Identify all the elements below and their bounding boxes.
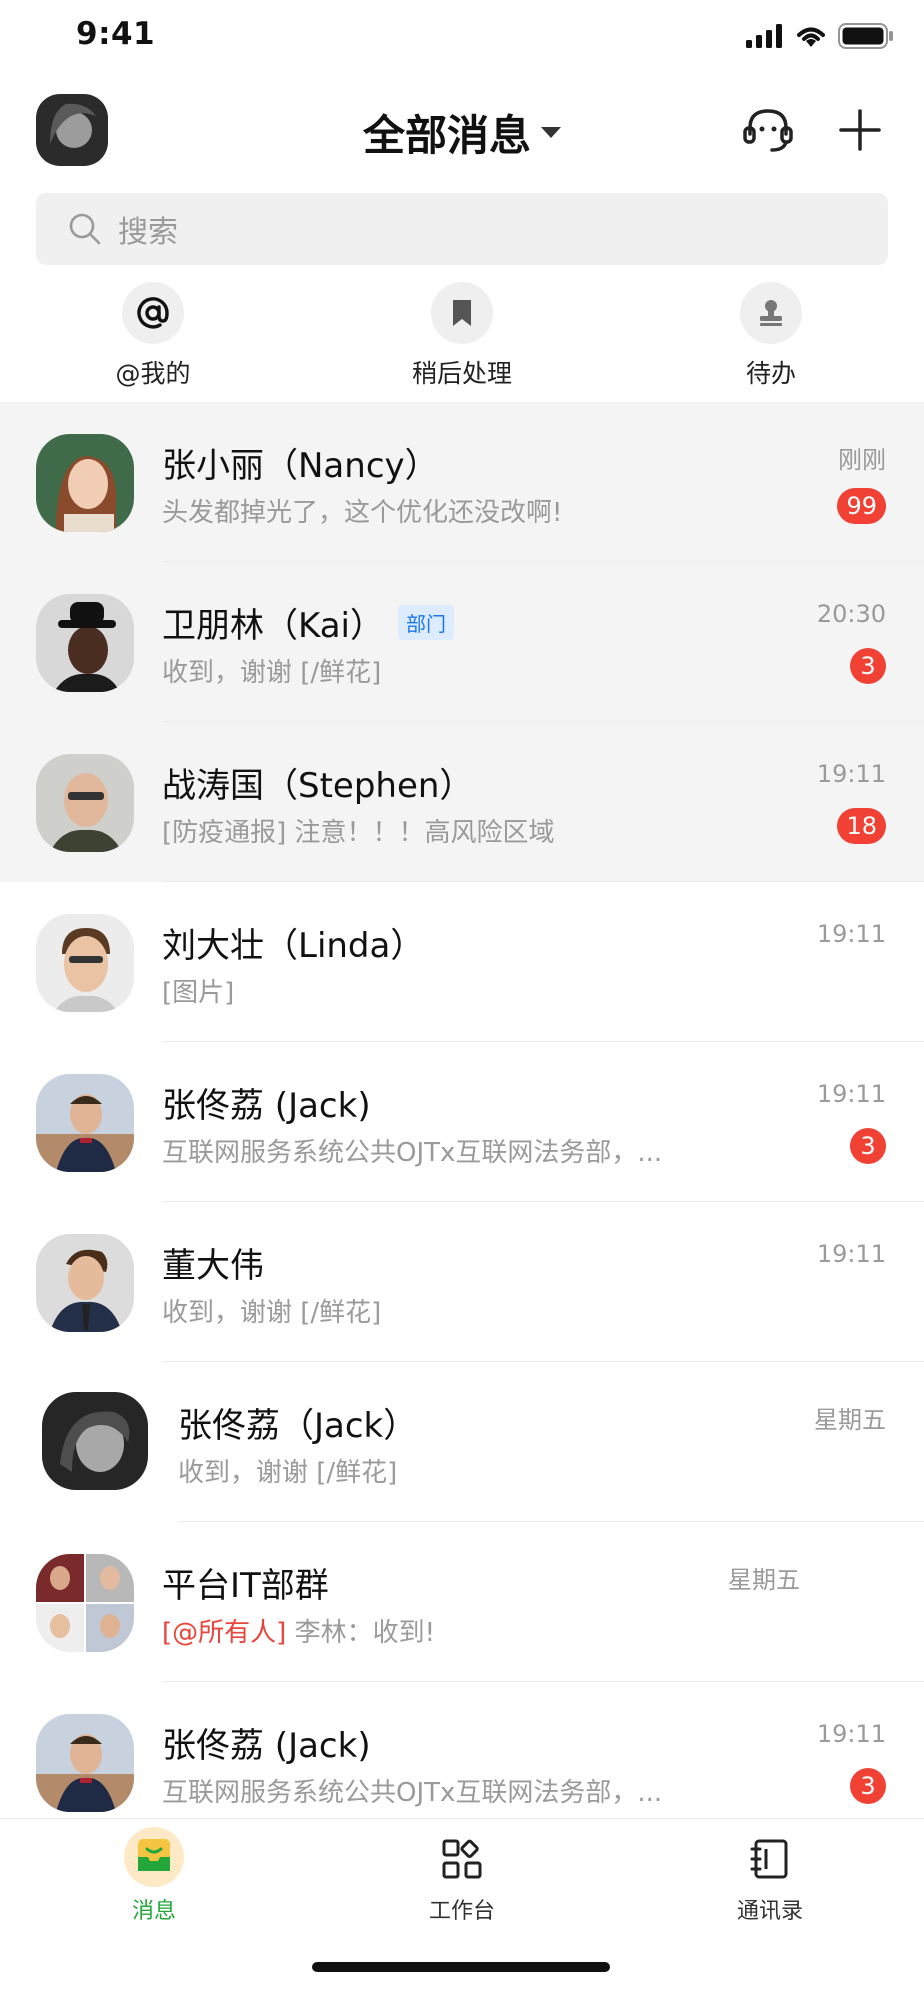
conversation-row[interactable]: 平台IT部群 [@所有人] 李林：收到! 星期五 [0, 1522, 924, 1682]
avatar [42, 1392, 148, 1490]
message-preview: [@所有人] 李林：收到! [162, 1612, 435, 1649]
tab-label: 消息 [131, 1899, 176, 1924]
bookmark-icon [453, 300, 471, 326]
message-preview-text: 李林：收到! [294, 1618, 435, 1648]
address-book-icon [750, 1839, 788, 1879]
message-preview: [防疫通报] 注意！！！高风险区域 [162, 818, 555, 848]
tab-messages[interactable]: 消息 [74, 1827, 234, 1925]
home-indicator [312, 1962, 610, 1972]
conversation-row[interactable]: 卫朋林（Kai） 部门 收到，谢谢 [/鲜花] 20:30 3 [0, 562, 924, 722]
avatar [36, 1074, 134, 1172]
avatar [36, 434, 134, 532]
message-preview: 收到，谢谢 [/鲜花] [162, 1298, 382, 1328]
conversation-row[interactable]: 张佟荔 (Jack) 互联网服务系统公共OJTx互联网法务部，... 19:11… [0, 1042, 924, 1202]
timestamp: 19:11 [816, 760, 886, 788]
tab-workbench[interactable]: 工作台 [382, 1827, 542, 1925]
message-preview: 头发都掉光了，这个优化还没改啊! [162, 498, 563, 528]
contact-name: 张小丽（Nancy） [162, 446, 439, 486]
conversation-list: 张小丽（Nancy） 头发都掉光了，这个优化还没改啊! 刚刚 99 卫朋林（Ka… [0, 402, 924, 1842]
timestamp: 刚刚 [838, 446, 886, 474]
timestamp: 19:11 [816, 920, 886, 948]
quick-action-label: 待办 [745, 359, 796, 388]
tab-label: 工作台 [428, 1899, 495, 1924]
contact-name: 张佟荔（Jack） [178, 1406, 418, 1446]
timestamp: 19:11 [816, 1080, 886, 1108]
unread-badge: 99 [837, 488, 886, 524]
page-title: 全部消息 [362, 111, 531, 160]
quick-action-later[interactable]: 稍后处理 [382, 282, 542, 390]
message-preview: [图片] [162, 978, 235, 1008]
at-icon [137, 297, 169, 329]
quick-action-label: @我的 [115, 359, 191, 388]
timestamp: 19:11 [816, 1720, 886, 1748]
stamp-icon [760, 300, 782, 326]
search-input[interactable]: 搜索 [36, 193, 888, 265]
message-preview: 互联网服务系统公共OJTx互联网法务部，... [162, 1138, 663, 1168]
search-placeholder: 搜索 [118, 215, 178, 250]
conversation-row[interactable]: 张小丽（Nancy） 头发都掉光了，这个优化还没改啊! 刚刚 99 [0, 402, 924, 562]
avatar [36, 914, 134, 1012]
contact-name: 卫朋林（Kai） 部门 [162, 598, 454, 647]
timestamp: 20:30 [816, 600, 886, 628]
add-button[interactable] [830, 100, 890, 160]
tab-bar: 消息 工作台 通讯录 [0, 1818, 924, 1939]
contact-name: 战涛国（Stephen） [162, 766, 474, 806]
unread-badge: 3 [850, 1128, 886, 1164]
quick-action-mentions[interactable]: @我的 [73, 282, 233, 390]
tab-contacts[interactable]: 通讯录 [690, 1827, 850, 1925]
message-preview: 互联网服务系统公共OJTx互联网法务部，... [162, 1778, 663, 1808]
timestamp: 19:11 [816, 1240, 886, 1268]
unread-badge: 18 [837, 808, 886, 844]
conversation-row[interactable]: 张佟荔（Jack） 收到，谢谢 [/鲜花] 星期五 [0, 1362, 924, 1522]
timestamp: 星期五 [728, 1566, 800, 1594]
department-tag: 部门 [397, 605, 454, 640]
header: 全部消息 [0, 80, 924, 180]
timestamp: 星期五 [814, 1406, 886, 1434]
caret-down-icon [541, 127, 561, 138]
contact-name: 董大伟 [162, 1246, 264, 1286]
avatar [36, 594, 134, 692]
customer-service-button[interactable] [738, 100, 798, 160]
avatar [36, 754, 134, 852]
message-preview: 收到，谢谢 [/鲜花] [162, 658, 382, 688]
grid-apps-icon [442, 1839, 482, 1879]
conversation-row[interactable]: 战涛国（Stephen） [防疫通报] 注意！！！高风险区域 19:11 18 [0, 722, 924, 882]
tab-label: 通讯录 [736, 1899, 803, 1924]
headset-icon [743, 109, 793, 152]
contact-name-text: 卫朋林（Kai） [162, 606, 384, 646]
avatar [36, 1714, 134, 1812]
battery-icon [838, 23, 893, 49]
conversation-row[interactable]: 董大伟 收到，谢谢 [/鲜花] 19:11 [0, 1202, 924, 1362]
status-bar: 9:41 [0, 0, 924, 72]
quick-action-label: 稍后处理 [411, 359, 512, 388]
signal-icon [746, 24, 782, 48]
mention-all-tag: [@所有人] [162, 1618, 287, 1648]
avatar [36, 1234, 134, 1332]
messages-tab-icon [124, 1827, 184, 1887]
unread-badge: 3 [850, 1768, 886, 1804]
conversation-row[interactable]: 刘大壮（Linda） [图片] 19:11 [0, 882, 924, 1042]
contact-name: 张佟荔 (Jack) [162, 1086, 371, 1126]
contact-name: 张佟荔 (Jack) [162, 1726, 371, 1766]
status-icons [746, 20, 894, 52]
group-name: 平台IT部群 [162, 1566, 329, 1606]
plus-icon [839, 109, 881, 151]
unread-badge: 3 [850, 648, 886, 684]
wifi-icon [797, 27, 825, 47]
search-icon [69, 213, 101, 245]
contact-name: 刘大壮（Linda） [162, 926, 425, 966]
group-avatar [36, 1554, 134, 1652]
message-preview: 收到，谢谢 [/鲜花] [178, 1458, 398, 1488]
quick-action-todo[interactable]: 待办 [691, 282, 851, 390]
status-time: 9:41 [76, 16, 156, 52]
